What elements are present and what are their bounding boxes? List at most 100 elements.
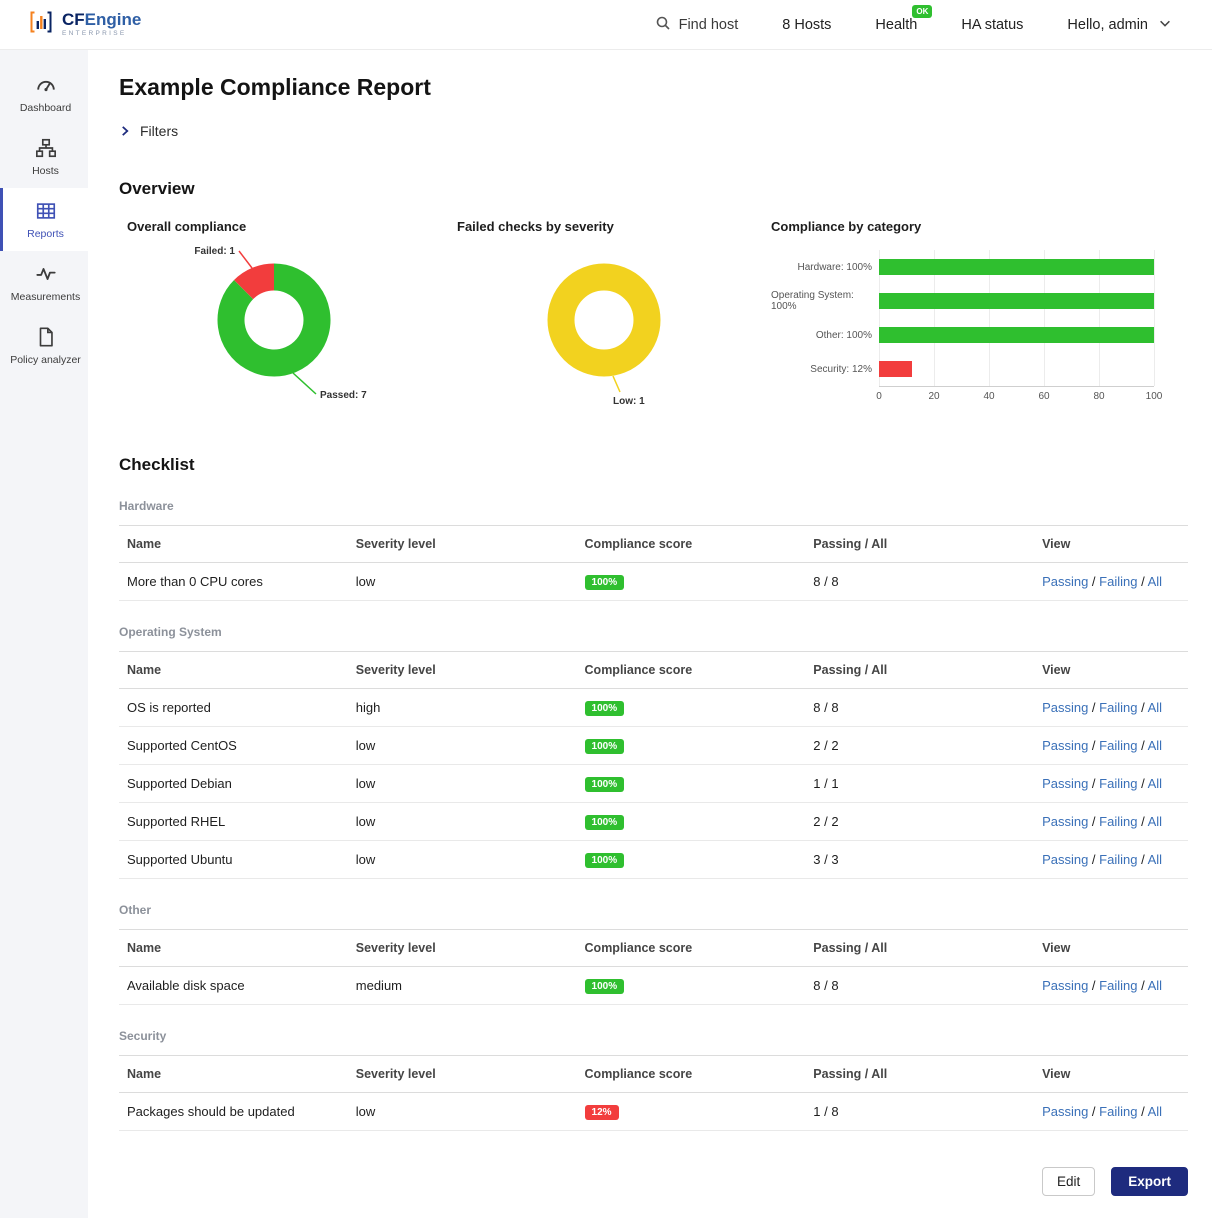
view-failing-link[interactable]: Failing [1099,814,1137,829]
link-separator: / [1088,1104,1099,1119]
compliance-score-badge: 12% [585,1105,619,1120]
view-passing-link[interactable]: Passing [1042,574,1088,589]
bar-chart: Hardware: 100%Operating System: 100%Othe… [771,250,1154,405]
view-passing-link[interactable]: Passing [1042,1104,1088,1119]
sidebar-item-policy-analyzer[interactable]: Policy analyzer [0,314,88,377]
svg-text:Low: 1: Low: 1 [613,396,645,407]
search-icon [655,15,671,35]
view-links-cell: Passing / Failing / All [1034,765,1188,803]
view-failing-link[interactable]: Failing [1099,978,1137,993]
reports-icon [35,200,57,222]
view-failing-link[interactable]: Failing [1099,574,1137,589]
column-header-compliance-score: Compliance score [577,652,806,689]
check-name-cell: Supported Debian [119,765,348,803]
main-content: Example Compliance Report Filters Overvi… [88,50,1212,1218]
ha-status[interactable]: HA status [961,17,1023,33]
find-host-search[interactable]: Find host [655,15,739,35]
view-passing-link[interactable]: Passing [1042,852,1088,867]
view-all-link[interactable]: All [1148,738,1162,753]
compliance-score-badge: 100% [585,701,625,716]
view-failing-link[interactable]: Failing [1099,700,1137,715]
view-passing-link[interactable]: Passing [1042,738,1088,753]
overview-heading: Overview [119,179,1188,199]
link-separator: / [1088,738,1099,753]
column-header-view: View [1034,526,1188,563]
table-row: Available disk spacemedium100%8 / 8Passi… [119,967,1188,1005]
footer-actions: Edit Export [119,1167,1188,1196]
sidebar-item-label: Policy analyzer [10,354,81,366]
view-failing-link[interactable]: Failing [1099,776,1137,791]
compliance-score-badge: 100% [585,575,625,590]
link-separator: / [1137,700,1147,715]
view-links-cell: Passing / Failing / All [1034,1093,1188,1131]
view-all-link[interactable]: All [1148,1104,1162,1119]
column-header-compliance-score: Compliance score [577,1056,806,1093]
failed-checks-by-severity-chart: Failed checks by severityLow: 1 [449,219,771,415]
bar-security [879,361,912,377]
column-header-passing-all: Passing / All [805,526,1034,563]
compliance-score-badge: 100% [585,739,625,754]
link-separator: / [1137,1104,1147,1119]
view-passing-link[interactable]: Passing [1042,978,1088,993]
score-cell: 100% [577,727,806,765]
view-all-link[interactable]: All [1148,574,1162,589]
column-header-severity-level: Severity level [348,1056,577,1093]
sidebar-item-measurements[interactable]: Measurements [0,251,88,314]
sidebar-item-dashboard[interactable]: Dashboard [0,62,88,125]
link-separator: / [1137,776,1147,791]
column-header-name: Name [119,652,348,689]
check-name-cell: Packages should be updated [119,1093,348,1131]
app: CFEngine ENTERPRISE Find host 8 Hosts He… [0,0,1212,1218]
score-cell: 100% [577,967,806,1005]
view-passing-link[interactable]: Passing [1042,700,1088,715]
bar-category-label: Hardware: 100% [771,250,879,284]
check-name-cell: Supported RHEL [119,803,348,841]
passing-cell: 3 / 3 [805,841,1034,879]
charts-row: Overall complianceFailed: 1Passed: 7Fail… [119,219,1188,415]
link-separator: / [1088,574,1099,589]
view-all-link[interactable]: All [1148,700,1162,715]
view-all-link[interactable]: All [1148,776,1162,791]
health-menu[interactable]: Health OK [875,17,917,33]
table-row: Supported Ubuntulow100%3 / 3Passing / Fa… [119,841,1188,879]
link-separator: / [1088,814,1099,829]
overall-compliance-chart: Overall complianceFailed: 1Passed: 7 [119,219,449,415]
chart-title: Overall compliance [119,219,449,234]
sidebar-item-label: Measurements [11,291,80,303]
donut-chart-svg: Low: 1 [449,240,749,410]
sidebar-item-reports[interactable]: Reports [0,188,88,251]
brand-name-cf: CF [62,10,85,29]
view-all-link[interactable]: All [1148,852,1162,867]
export-button[interactable]: Export [1111,1167,1188,1196]
check-name-cell: Supported Ubuntu [119,841,348,879]
measurements-icon [35,263,57,285]
sidebar-item-label: Hosts [32,165,59,177]
user-menu[interactable]: Hello, admin [1067,16,1172,34]
view-all-link[interactable]: All [1148,814,1162,829]
edit-button[interactable]: Edit [1042,1167,1095,1196]
bar-category-label: Other: 100% [771,318,879,352]
view-failing-link[interactable]: Failing [1099,1104,1137,1119]
check-name-cell: Supported CentOS [119,727,348,765]
link-separator: / [1137,852,1147,867]
column-header-view: View [1034,652,1188,689]
hosts-count[interactable]: 8 Hosts [782,17,831,33]
passing-cell: 1 / 1 [805,765,1034,803]
severity-cell: low [348,841,577,879]
view-passing-link[interactable]: Passing [1042,814,1088,829]
score-cell: 100% [577,765,806,803]
compliance-score-badge: 100% [585,815,625,830]
chart-title: Compliance by category [771,219,1154,234]
brand-logo[interactable]: CFEngine ENTERPRISE [28,9,141,40]
view-failing-link[interactable]: Failing [1099,738,1137,753]
sidebar-item-hosts[interactable]: Hosts [0,125,88,188]
severity-cell: medium [348,967,577,1005]
view-passing-link[interactable]: Passing [1042,776,1088,791]
column-header-severity-level: Severity level [348,652,577,689]
compliance-by-category-chart: Compliance by category Hardware: 100%Oper… [771,219,1188,415]
view-failing-link[interactable]: Failing [1099,852,1137,867]
table-row: Packages should be updatedlow12%1 / 8Pas… [119,1093,1188,1131]
view-all-link[interactable]: All [1148,978,1162,993]
bar-row [879,250,1154,284]
filters-toggle[interactable]: Filters [119,123,178,139]
